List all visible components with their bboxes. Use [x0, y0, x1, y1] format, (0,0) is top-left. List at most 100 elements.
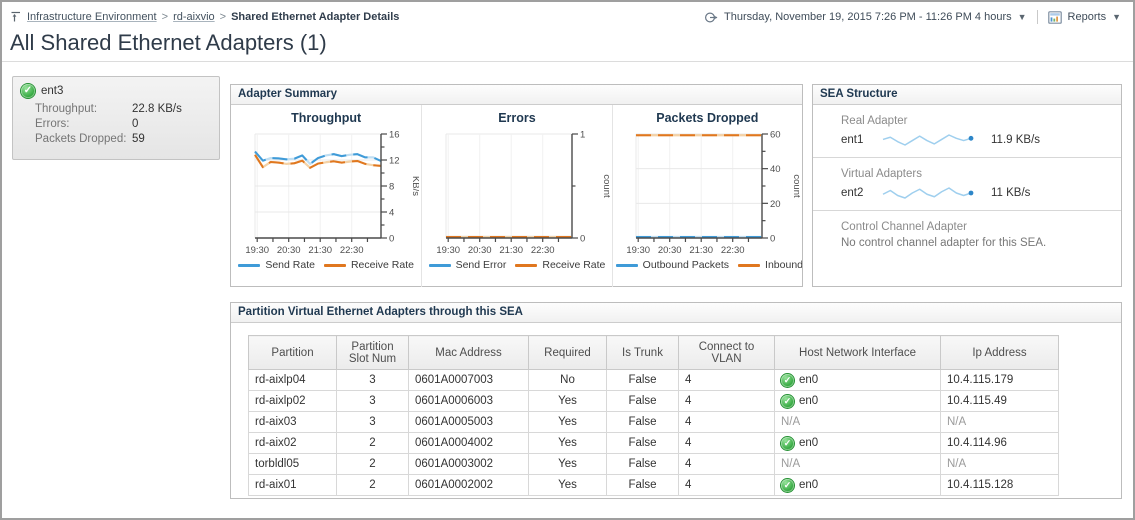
partition-cell: rd-aix03 — [249, 412, 337, 433]
is-trunk-cell: False — [607, 412, 679, 433]
legend-label: Receive Rate — [351, 259, 414, 271]
section-label: Real Adapter — [841, 115, 1111, 127]
svg-text:21:30: 21:30 — [499, 245, 523, 256]
adapter-tile-ent3[interactable]: ent3 Throughput: 22.8 KB/s Errors: 0 Pac… — [12, 76, 220, 160]
partition-cell: rd-aix01 — [249, 475, 337, 496]
partition-adapters-table: PartitionPartition Slot NumMac AddressRe… — [248, 335, 1059, 496]
table-row: torbldl0520601A0003002YesFalse4N/AN/A — [249, 454, 1059, 475]
metric-value: 59 — [132, 133, 211, 145]
legend-label: Send Rate — [265, 259, 315, 271]
ip-cell: 10.4.114.96 — [941, 433, 1059, 454]
vlan-cell: 4 — [679, 433, 775, 454]
table-row: rd-aix0330601A0005003YesFalse4N/AN/A — [249, 412, 1059, 433]
table-row: rd-aix0220601A0004002YesFalse4en010.4.11… — [249, 433, 1059, 454]
ip-cell: N/A — [941, 454, 1059, 475]
svg-text:0: 0 — [770, 234, 775, 245]
virtual-adapters-section: Virtual Adapters ent2 11 KB/s — [813, 158, 1121, 211]
column-header-host-network-interface[interactable]: Host Network Interface — [775, 336, 941, 370]
svg-text:19:30: 19:30 — [627, 245, 651, 256]
is-trunk-cell: False — [607, 454, 679, 475]
vlan-cell: 4 — [679, 475, 775, 496]
ent2-sparkline — [881, 184, 977, 202]
mac-cell: 0601A0004002 — [409, 433, 529, 454]
adapter-name: ent3 — [41, 85, 63, 97]
svg-text:0: 0 — [580, 234, 585, 245]
vlan-cell: 4 — [679, 370, 775, 391]
partition-cell: rd-aixlp02 — [249, 391, 337, 412]
partition-cell: rd-aixlp04 — [249, 370, 337, 391]
adapter-rate: 11.9 KB/s — [991, 134, 1040, 146]
ip-cell: 10.4.115.128 — [941, 475, 1059, 496]
breadcrumb-rd-aixvio[interactable]: rd-aixvio — [173, 11, 215, 23]
top-bar: Infrastructure Environment > rd-aixvio >… — [10, 8, 1121, 26]
column-header-connect-to-vlan[interactable]: Connect to VLAN — [679, 336, 775, 370]
column-header-partition-slot-num[interactable]: Partition Slot Num — [337, 336, 409, 370]
svg-text:22:30: 22:30 — [721, 245, 745, 256]
metric-label: Throughput: — [35, 103, 132, 115]
panel-title: Adapter Summary — [231, 85, 802, 105]
svg-text:count: count — [601, 174, 610, 198]
is-trunk-cell: False — [607, 433, 679, 454]
status-ok-icon — [781, 395, 794, 408]
slot-cell: 3 — [337, 412, 409, 433]
metric-value: 0 — [132, 118, 211, 130]
partition-adapters-panel: Partition Virtual Ethernet Adapters thro… — [230, 302, 1122, 499]
shared-ethernet-adapter-details-page: Infrastructure Environment > rd-aixvio >… — [0, 0, 1135, 520]
svg-text:40: 40 — [770, 164, 781, 175]
svg-text:21:30: 21:30 — [308, 245, 332, 256]
divider — [2, 61, 1133, 62]
throughput-line-chart: 048121619:3020:3021:3022:30KB/s — [233, 126, 419, 256]
column-header-required[interactable]: Required — [529, 336, 607, 370]
legend-label: Receive Rate — [542, 259, 605, 271]
breadcrumb-infrastructure-environment[interactable]: Infrastructure Environment — [27, 11, 157, 23]
adapter-summary-panel: Adapter Summary Throughput 048121619:302… — [230, 84, 803, 287]
reports-label[interactable]: Reports — [1068, 11, 1107, 23]
svg-text:8: 8 — [389, 182, 394, 193]
slot-cell: 3 — [337, 370, 409, 391]
level-up-icon[interactable] — [10, 11, 22, 23]
breadcrumb-separator: > — [162, 11, 168, 23]
section-label: Virtual Adapters — [841, 168, 1111, 180]
mac-cell: 0601A0005003 — [409, 412, 529, 433]
time-range-icon — [704, 11, 718, 24]
host-interface-cell: en0 — [775, 475, 941, 496]
table-row: rd-aix0120601A0002002YesFalse4en010.4.11… — [249, 475, 1059, 496]
time-range-dropdown-icon[interactable]: ▼ — [1018, 12, 1027, 22]
svg-text:22:30: 22:30 — [531, 245, 555, 256]
send-error-swatch — [429, 264, 451, 267]
status-ok-icon — [781, 374, 794, 387]
svg-text:KB/s: KB/s — [410, 176, 419, 196]
adapter-rate: 11 KB/s — [991, 187, 1030, 199]
panel-title: SEA Structure — [813, 85, 1121, 105]
slot-cell: 2 — [337, 454, 409, 475]
breadcrumb-current: Shared Ethernet Adapter Details — [231, 11, 399, 23]
vlan-cell: 4 — [679, 454, 775, 475]
ip-cell: N/A — [941, 412, 1059, 433]
vlan-cell: 4 — [679, 412, 775, 433]
chart-legend: Outbound Packets Inbound Packets — [613, 259, 802, 271]
column-header-ip-address[interactable]: Ip Address — [941, 336, 1059, 370]
reports-dropdown-icon[interactable]: ▼ — [1112, 12, 1121, 22]
svg-text:1: 1 — [580, 130, 585, 141]
host-interface-cell: en0 — [775, 391, 941, 412]
column-header-mac-address[interactable]: Mac Address — [409, 336, 529, 370]
required-cell: Yes — [529, 454, 607, 475]
mac-cell: 0601A0002002 — [409, 475, 529, 496]
svg-text:22:30: 22:30 — [340, 245, 364, 256]
section-label: Control Channel Adapter — [841, 221, 1111, 233]
column-header-partition[interactable]: Partition — [249, 336, 337, 370]
svg-text:20:30: 20:30 — [468, 245, 492, 256]
partition-cell: torbldl05 — [249, 454, 337, 475]
column-header-is-trunk[interactable]: Is Trunk — [607, 336, 679, 370]
reports-icon — [1048, 11, 1062, 24]
status-ok-icon — [781, 437, 794, 450]
required-cell: Yes — [529, 433, 607, 454]
slot-cell: 2 — [337, 433, 409, 454]
required-cell: Yes — [529, 412, 607, 433]
svg-text:0: 0 — [389, 234, 394, 245]
throughput-chart: Throughput 048121619:3020:3021:3022:30KB… — [231, 105, 421, 287]
status-ok-icon — [781, 479, 794, 492]
svg-text:20:30: 20:30 — [277, 245, 301, 256]
vlan-cell: 4 — [679, 391, 775, 412]
time-range-label[interactable]: Thursday, November 19, 2015 7:26 PM - 11… — [724, 11, 1012, 23]
